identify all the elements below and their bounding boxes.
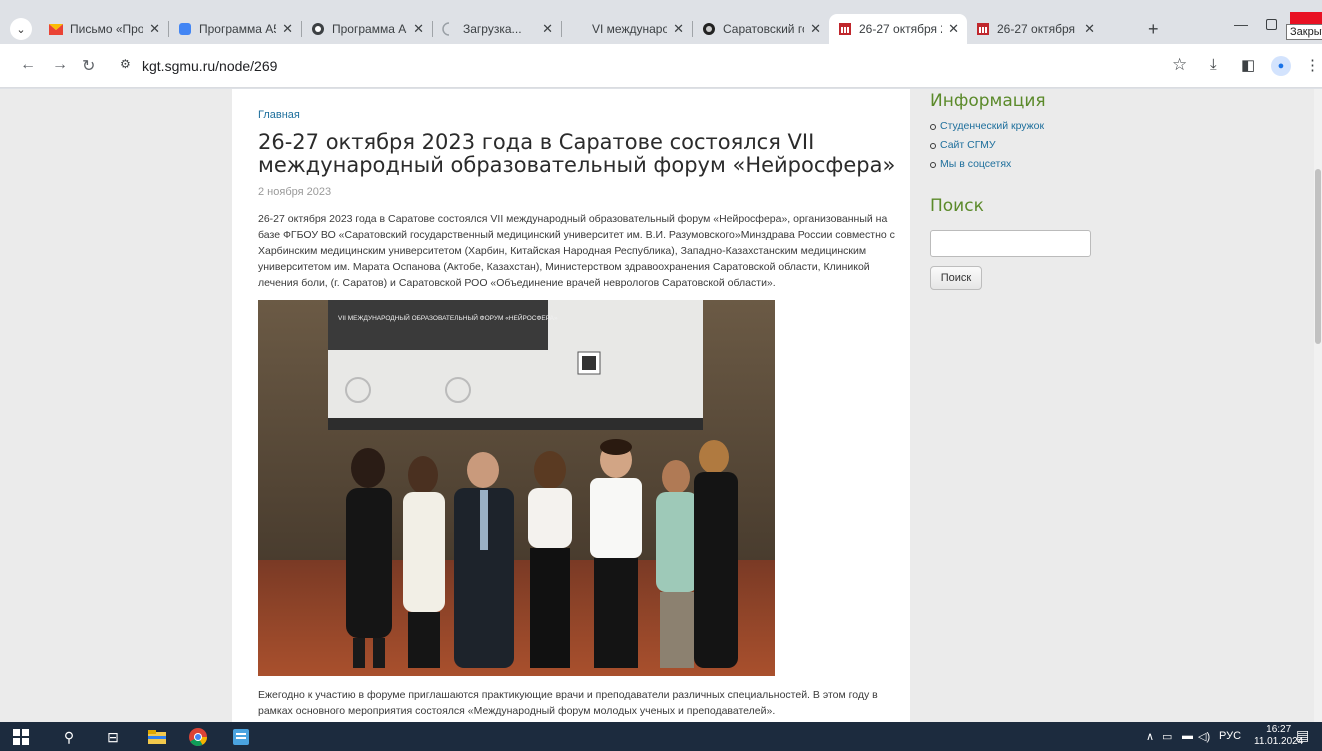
close-tab-icon[interactable]: ✕ [413, 21, 424, 37]
chrome-icon[interactable] [187, 726, 209, 748]
close-tooltip: Закрыть [1286, 24, 1322, 40]
screen-text: VII МЕЖДУНАРОДНЫЙ ОБРАЗОВАТЕЛЬНЫЙ ФОРУМ … [338, 313, 558, 322]
tab-international[interactable]: VI международ ✕ [562, 14, 692, 44]
tab-forum-2[interactable]: 26-27 октября 2 ✕ [967, 14, 1103, 44]
close-tab-icon[interactable]: ✕ [810, 21, 821, 37]
link-student-club[interactable]: Студенческий кружок [930, 117, 1044, 136]
search-button[interactable]: Поиск [930, 266, 982, 290]
file-explorer-icon[interactable] [146, 726, 168, 748]
info-heading: Информация [930, 91, 1046, 111]
calendar-icon [837, 21, 853, 37]
task-view-icon[interactable]: ⊟ [102, 726, 124, 748]
scroll-thumb[interactable] [1315, 169, 1321, 344]
minimize-button[interactable]: — [1234, 16, 1248, 32]
network-icon[interactable]: ▭ [1162, 730, 1172, 743]
article: Главная 26-27 октября 2023 года в Сарато… [232, 89, 910, 722]
close-tab-icon[interactable]: ✕ [282, 21, 293, 37]
tab-program-2[interactable]: Программа А5 ✕ [302, 14, 432, 44]
side-panel-icon[interactable]: ◧ [1241, 56, 1255, 74]
close-tab-icon[interactable]: ✕ [673, 21, 684, 37]
menu-kebab-icon[interactable]: ⋮ [1305, 56, 1320, 74]
breadcrumb-home-link[interactable]: Главная [258, 109, 300, 121]
close-tab-icon[interactable]: ✕ [149, 21, 160, 37]
blank-icon [570, 21, 586, 37]
calendar-icon [975, 21, 991, 37]
tab-list: Письмо «Прогр ✕ Программа А5 ✕ Программа… [40, 14, 1103, 44]
page-scrollbar[interactable] [1314, 89, 1322, 722]
university-icon [701, 21, 717, 37]
browser-toolbar: ← → ↻ ⚙ kgt.sgmu.ru/node/269 ☆ ⤓ ◧ ● ⋮ [0, 44, 1322, 88]
link-social-media[interactable]: Мы в соцсетях [930, 155, 1044, 174]
link-sgmu-site[interactable]: Сайт СГМУ [930, 136, 1044, 155]
search-icon[interactable]: ⚲ [58, 726, 80, 748]
profile-avatar-icon[interactable]: ● [1271, 56, 1291, 76]
bookmark-star-icon[interactable]: ☆ [1172, 55, 1187, 75]
search-heading: Поиск [930, 196, 984, 216]
forward-icon[interactable]: → [52, 56, 68, 74]
tab-active-forum[interactable]: 26-27 октября 2 ✕ [829, 14, 967, 44]
language-indicator[interactable]: РУС [1219, 730, 1241, 742]
tab-strip: ⌄ Письмо «Прогр ✕ Программа А5 ✕ Програм… [0, 0, 1322, 44]
forum-group-photo: VII МЕЖДУНАРОДНЫЙ ОБРАЗОВАТЕЛЬНЫЙ ФОРУМ … [258, 300, 775, 676]
url-text[interactable]: kgt.sgmu.ru/node/269 [142, 58, 277, 74]
wifi-icon[interactable]: ▬ [1182, 730, 1193, 742]
tray-overflow-icon[interactable]: ∧ [1146, 730, 1154, 743]
volume-icon[interactable]: ◁) [1198, 730, 1210, 743]
restore-button[interactable] [1266, 19, 1277, 30]
back-icon[interactable]: ← [20, 56, 36, 74]
page-viewport: Главная 26-27 октября 2023 года в Сарато… [0, 89, 1322, 722]
windows-start-icon[interactable] [10, 726, 32, 748]
tab-gmail[interactable]: Письмо «Прогр ✕ [40, 14, 168, 44]
loading-icon [441, 21, 457, 37]
windows-taskbar: ⚲ ⊟ ∧ ▭ ▬ ◁) РУС 16:27 11.01.2024 ▤ [0, 722, 1322, 751]
notification-icon[interactable]: ▤ [1296, 727, 1309, 744]
search-input[interactable] [930, 230, 1091, 257]
new-tab-button[interactable]: + [1148, 19, 1159, 40]
page-title: 26-27 октября 2023 года в Саратове состо… [258, 130, 896, 177]
info-links: Студенческий кружок Сайт СГМУ Мы в соцсе… [930, 117, 1044, 174]
close-tab-icon[interactable]: ✕ [948, 21, 959, 37]
tab-program-1[interactable]: Программа А5 ✕ [169, 14, 301, 44]
site-info-icon[interactable]: ⚙ [120, 57, 131, 71]
notes-app-icon[interactable] [230, 726, 252, 748]
article-paragraph-2: Ежегодно к участию в форуме приглашаются… [258, 689, 878, 717]
post-date: 2 ноября 2023 [258, 186, 332, 198]
sidebar: Информация Студенческий кружок Сайт СГМУ… [930, 89, 1280, 722]
download-icon[interactable]: ⤓ [1210, 56, 1217, 73]
address-bar[interactable]: ⚙ kgt.sgmu.ru/node/269 ☆ [106, 50, 1196, 82]
tab-search-button[interactable]: ⌄ [10, 18, 32, 40]
close-tab-icon[interactable]: ✕ [1084, 21, 1095, 37]
gmail-icon [48, 21, 64, 37]
reload-icon[interactable]: ↻ [82, 56, 95, 76]
close-tab-icon[interactable]: ✕ [542, 21, 553, 37]
tab-saratov[interactable]: Саратовский го ✕ [693, 14, 829, 44]
web-icon [310, 21, 326, 37]
tab-loading[interactable]: Загрузка... ✕ [433, 14, 561, 44]
article-paragraph-1: 26-27 октября 2023 года в Саратове состо… [258, 213, 895, 289]
docs-icon [177, 21, 193, 37]
